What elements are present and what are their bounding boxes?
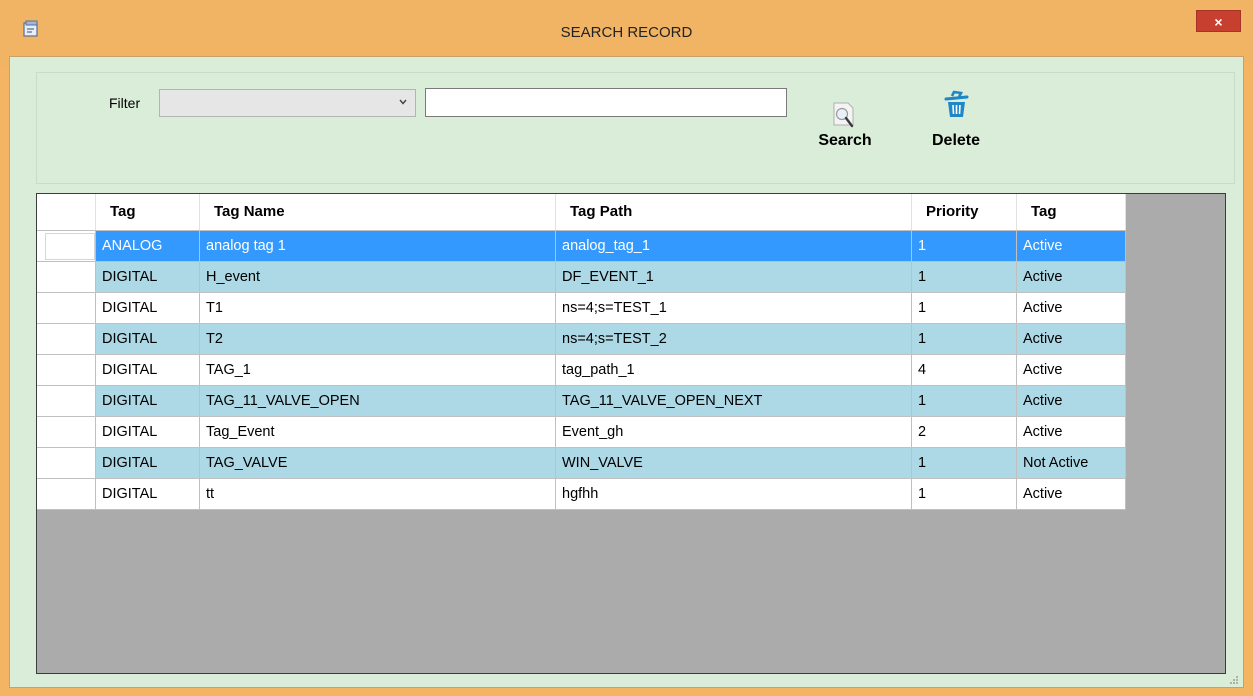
cell-tag[interactable]: DIGITAL (95, 354, 200, 386)
row-header[interactable] (37, 478, 96, 510)
table-row[interactable]: DIGITAL H_event DF_EVENT_1 1 Active (37, 261, 1126, 293)
window-title: SEARCH RECORD (560, 24, 693, 41)
table-row[interactable]: ANALOG analog tag 1 analog_tag_1 1 Activ… (37, 230, 1126, 262)
cell-tag-path[interactable]: WIN_VALVE (555, 447, 912, 479)
cell-tag-name[interactable]: T1 (199, 292, 556, 324)
cell-priority[interactable]: 1 (911, 292, 1017, 324)
cell-tag-status[interactable]: Active (1016, 261, 1126, 293)
client-area: Filter Search Delete Tag Tag Name Tag Pa… (9, 56, 1244, 688)
cell-tag[interactable]: DIGITAL (95, 385, 200, 417)
cell-tag[interactable]: ANALOG (95, 230, 200, 262)
cell-tag-path[interactable]: tag_path_1 (555, 354, 912, 386)
row-header[interactable] (37, 261, 96, 293)
filter-panel: Filter Search Delete (36, 72, 1235, 184)
resize-grip-icon[interactable] (1229, 675, 1239, 685)
search-icon (833, 102, 854, 128)
column-header-tag-path[interactable]: Tag Path (555, 194, 912, 231)
table-row[interactable]: DIGITAL tt hgfhh 1 Active (37, 478, 1126, 510)
delete-button[interactable]: Delete (919, 87, 993, 149)
cell-tag-status[interactable]: Not Active (1016, 447, 1126, 479)
cell-tag-path[interactable]: hgfhh (555, 478, 912, 510)
header-corner (37, 194, 96, 231)
cell-tag-status[interactable]: Active (1016, 478, 1126, 510)
table-header-row: Tag Tag Name Tag Path Priority Tag (37, 194, 1126, 231)
close-button[interactable]: × (1196, 10, 1241, 32)
delete-button-label: Delete (931, 132, 981, 149)
cell-tag-name[interactable]: Tag_Event (199, 416, 556, 448)
filter-label: Filter (109, 95, 141, 111)
cell-tag[interactable]: DIGITAL (95, 447, 200, 479)
cell-tag-name[interactable]: TAG_VALVE (199, 447, 556, 479)
cell-tag-path[interactable]: ns=4;s=TEST_2 (555, 323, 912, 355)
column-header-tag[interactable]: Tag (95, 194, 200, 231)
cell-tag-name[interactable]: T2 (199, 323, 556, 355)
records-table: Tag Tag Name Tag Path Priority Tag ANALO… (37, 194, 1126, 510)
cell-tag-name[interactable]: TAG_1 (199, 354, 556, 386)
table-row[interactable]: DIGITAL T1 ns=4;s=TEST_1 1 Active (37, 292, 1126, 324)
search-button[interactable]: Search (805, 93, 885, 149)
cell-tag-path[interactable]: DF_EVENT_1 (555, 261, 912, 293)
column-header-tag-status[interactable]: Tag (1016, 194, 1126, 231)
cell-tag-path[interactable]: TAG_11_VALVE_OPEN_NEXT (555, 385, 912, 417)
row-header[interactable] (37, 354, 96, 386)
table-row[interactable]: DIGITAL TAG_11_VALVE_OPEN TAG_11_VALVE_O… (37, 385, 1126, 417)
table-row[interactable]: DIGITAL TAG_VALVE WIN_VALVE 1 Not Active (37, 447, 1126, 479)
cell-tag-path[interactable]: ns=4;s=TEST_1 (555, 292, 912, 324)
column-header-priority[interactable]: Priority (911, 194, 1017, 231)
cell-tag-status[interactable]: Active (1016, 416, 1126, 448)
cell-tag[interactable]: DIGITAL (95, 478, 200, 510)
row-header[interactable] (37, 447, 96, 479)
cell-tag-name[interactable]: H_event (199, 261, 556, 293)
search-button-label: Search (818, 132, 872, 149)
trash-icon (944, 90, 969, 117)
cell-tag[interactable]: DIGITAL (95, 323, 200, 355)
cell-priority[interactable]: 1 (911, 478, 1017, 510)
row-header[interactable] (37, 292, 96, 324)
cell-tag-name[interactable]: tt (199, 478, 556, 510)
filter-select[interactable] (159, 89, 416, 117)
cell-priority[interactable]: 4 (911, 354, 1017, 386)
cell-tag-status[interactable]: Active (1016, 354, 1126, 386)
cell-tag-status[interactable]: Active (1016, 230, 1126, 262)
table-row[interactable]: DIGITAL Tag_Event Event_gh 2 Active (37, 416, 1126, 448)
cell-tag-path[interactable]: analog_tag_1 (555, 230, 912, 262)
cell-tag-name[interactable]: analog tag 1 (199, 230, 556, 262)
cell-tag[interactable]: DIGITAL (95, 416, 200, 448)
cell-tag-name[interactable]: TAG_11_VALVE_OPEN (199, 385, 556, 417)
cell-tag-status[interactable]: Active (1016, 323, 1126, 355)
cell-priority[interactable]: 2 (911, 416, 1017, 448)
row-header[interactable] (37, 385, 96, 417)
cell-priority[interactable]: 1 (911, 230, 1017, 262)
chevron-down-icon (399, 99, 407, 105)
table-row[interactable]: DIGITAL TAG_1 tag_path_1 4 Active (37, 354, 1126, 386)
table-row[interactable]: DIGITAL T2 ns=4;s=TEST_2 1 Active (37, 323, 1126, 355)
cell-priority[interactable]: 1 (911, 323, 1017, 355)
cell-priority[interactable]: 1 (911, 261, 1017, 293)
cell-priority[interactable]: 1 (911, 385, 1017, 417)
cell-tag[interactable]: DIGITAL (95, 292, 200, 324)
records-grid[interactable]: Tag Tag Name Tag Path Priority Tag ANALO… (36, 193, 1226, 674)
cell-tag-path[interactable]: Event_gh (555, 416, 912, 448)
cell-tag-status[interactable]: Active (1016, 292, 1126, 324)
filter-text-input[interactable] (425, 88, 787, 117)
row-header[interactable] (37, 416, 96, 448)
cell-tag-status[interactable]: Active (1016, 385, 1126, 417)
cell-priority[interactable]: 1 (911, 447, 1017, 479)
column-header-tag-name[interactable]: Tag Name (199, 194, 556, 231)
cell-tag[interactable]: DIGITAL (95, 261, 200, 293)
row-header[interactable] (37, 323, 96, 355)
row-header[interactable] (37, 230, 96, 262)
